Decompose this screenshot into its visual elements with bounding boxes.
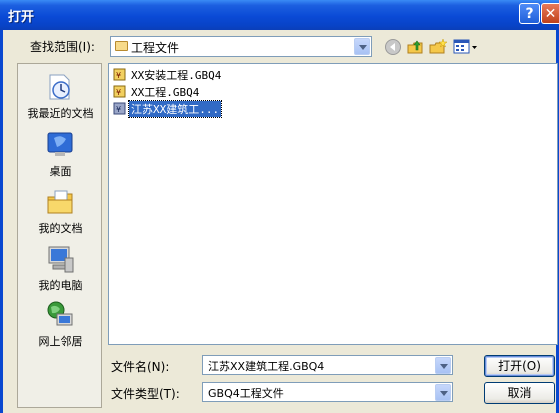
gbq4-file-icon: ¥ (113, 102, 126, 115)
filetype-label: 文件类型(T): (111, 387, 180, 401)
look-in-dropdown[interactable]: 工程文件 (110, 36, 372, 57)
chevron-down-icon[interactable] (435, 357, 451, 374)
my-computer-icon (48, 246, 74, 273)
network-places-icon (47, 301, 73, 326)
file-item-selected[interactable]: ¥ 江苏XX建筑工... (113, 100, 243, 118)
gbq4-file-icon: ¥ (113, 68, 126, 81)
gbq4-file-icon: ¥ (113, 85, 126, 98)
open-button[interactable]: 打开(O) (484, 355, 555, 377)
up-folder-icon[interactable] (406, 38, 424, 56)
place-label: 我的电脑 (38, 279, 83, 292)
file-name: 江苏XX建筑工... (127, 100, 223, 118)
place-label: 网上邻居 (38, 335, 83, 348)
window-title: 打开 (8, 10, 35, 25)
recent-documents-icon (49, 74, 70, 100)
file-list[interactable]: ¥ XX安装工程.GBQ4 ¥ XX工程.GBQ4 ¥ 江苏XX建筑工... (108, 63, 558, 345)
my-documents-icon (47, 190, 73, 214)
places-bar: 我最近的文档 桌面 我的文档 我的电脑 网上邻居 (17, 63, 102, 408)
filetype-dropdown[interactable]: GBQ4工程文件 (202, 382, 453, 402)
cancel-button[interactable]: 取消 (484, 382, 555, 404)
chevron-down-icon[interactable] (435, 384, 451, 401)
place-label: 桌面 (49, 165, 72, 178)
file-name: XX安装工程.GBQ4 (131, 69, 222, 82)
svg-text:¥: ¥ (116, 71, 121, 80)
new-folder-icon[interactable] (429, 38, 447, 56)
desktop-icon (47, 132, 73, 156)
filename-value: 江苏XX建筑工程.GBQ4 (208, 360, 325, 373)
filetype-value: GBQ4工程文件 (208, 387, 284, 400)
place-label: 我的文档 (38, 222, 83, 235)
help-button[interactable]: ? (519, 3, 540, 24)
back-icon[interactable] (384, 38, 402, 56)
look-in-value: 工程文件 (131, 41, 180, 55)
file-item[interactable]: ¥ XX安装工程.GBQ4 (113, 66, 243, 82)
title-bar[interactable]: 打开 ? ✕ (0, 0, 559, 30)
chevron-down-icon[interactable] (354, 38, 370, 55)
window-frame-left (0, 30, 3, 413)
svg-text:¥: ¥ (116, 105, 121, 114)
place-label: 我最近的文档 (27, 107, 94, 120)
close-button[interactable]: ✕ (541, 3, 559, 24)
svg-text:¥: ¥ (116, 88, 121, 97)
folder-icon (115, 41, 128, 51)
filename-label: 文件名(N): (111, 360, 170, 374)
file-item[interactable]: ¥ XX工程.GBQ4 (113, 83, 243, 99)
filename-input[interactable]: 江苏XX建筑工程.GBQ4 (202, 355, 453, 375)
file-name: XX工程.GBQ4 (131, 86, 200, 99)
views-menu-icon[interactable] (453, 38, 479, 56)
look-in-label: 查找范围(I): (30, 40, 95, 54)
